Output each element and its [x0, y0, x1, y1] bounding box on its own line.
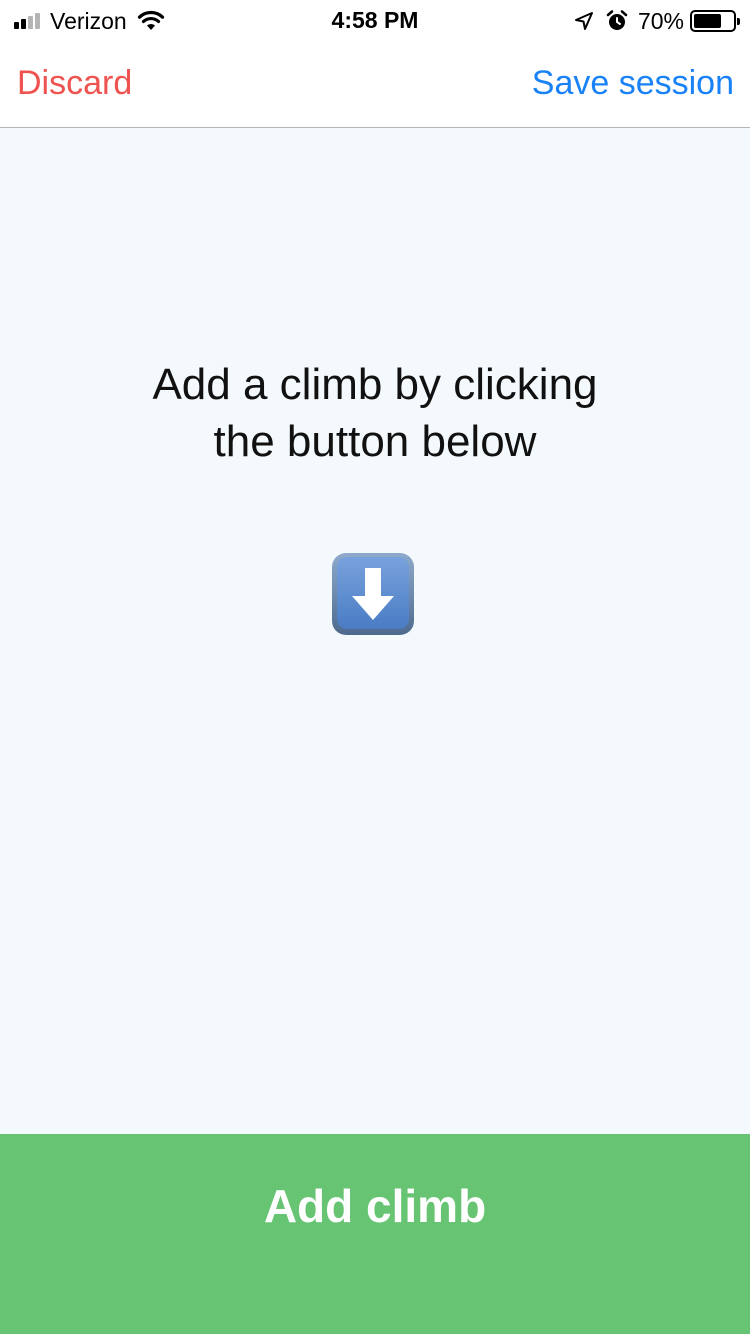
- status-right: 70%: [574, 7, 740, 34]
- alarm-icon: [606, 10, 628, 30]
- location-icon: [574, 12, 593, 30]
- instruction-line-2: the button below: [213, 417, 537, 466]
- empty-state-area: Add a climb by clicking the button below: [0, 128, 750, 1134]
- battery-icon: [690, 10, 740, 32]
- down-arrow-emoji-icon: [332, 553, 414, 635]
- navigation-bar: Discard Save session: [0, 40, 750, 128]
- battery-percent: 70%: [637, 7, 684, 34]
- status-bar: Verizon 4:58 PM 70%: [0, 0, 750, 40]
- instruction-line-1: Add a climb by clicking: [152, 360, 598, 409]
- empty-state-message: Add a climb by clicking the button below: [0, 356, 750, 470]
- app-screen: Verizon 4:58 PM 70% Discard Save session…: [0, 0, 750, 1334]
- battery-level: [694, 14, 721, 28]
- add-climb-button[interactable]: Add climb: [0, 1134, 750, 1334]
- discard-button[interactable]: Discard: [17, 64, 132, 103]
- save-session-button[interactable]: Save session: [532, 64, 734, 103]
